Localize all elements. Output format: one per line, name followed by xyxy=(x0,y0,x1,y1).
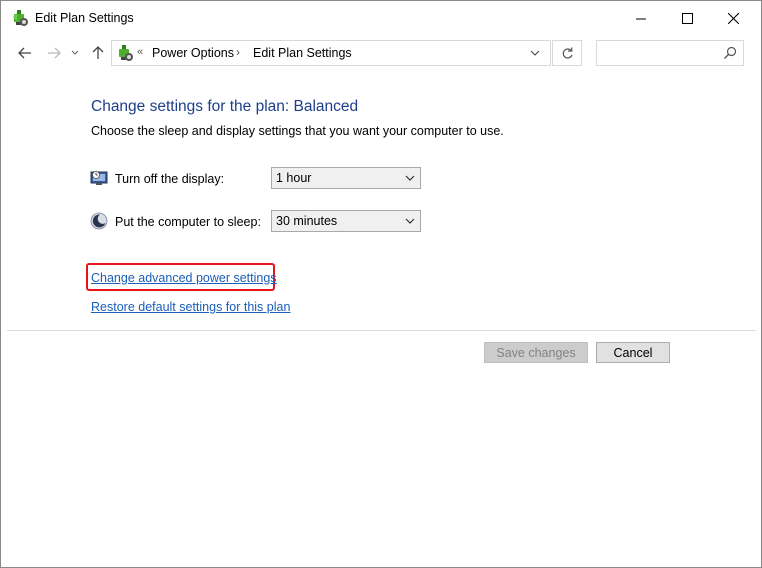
navigation-bar: « Power Options › Edit Plan Settings xyxy=(1,37,761,71)
sleep-timeout-value: 30 minutes xyxy=(276,214,338,228)
back-button[interactable] xyxy=(14,42,36,64)
maximize-icon xyxy=(681,12,693,24)
chevron-down-icon xyxy=(530,50,540,56)
title-bar: Edit Plan Settings xyxy=(1,1,761,35)
sleep-moon-icon xyxy=(90,212,108,230)
refresh-button[interactable] xyxy=(552,40,582,66)
page-title: Change settings for the plan: Balanced xyxy=(91,98,359,115)
display-icon xyxy=(90,171,108,185)
breadcrumb-edit-plan-settings[interactable]: Edit Plan Settings xyxy=(253,46,352,60)
page-subtitle: Choose the sleep and display settings th… xyxy=(91,124,504,138)
minimize-icon xyxy=(635,18,646,19)
divider xyxy=(7,330,756,331)
chevron-down-icon xyxy=(405,218,415,224)
breadcrumb-separator[interactable]: › xyxy=(236,45,240,59)
search-input[interactable] xyxy=(601,44,720,64)
arrow-up-icon xyxy=(92,46,104,59)
sleep-timeout-label: Put the computer to sleep: xyxy=(115,215,261,229)
up-button[interactable] xyxy=(87,42,109,64)
close-icon xyxy=(727,12,739,24)
recent-locations-button[interactable] xyxy=(68,42,82,64)
arrow-left-icon xyxy=(18,47,31,59)
search-box[interactable] xyxy=(596,40,744,66)
save-changes-button[interactable]: Save changes xyxy=(484,342,588,363)
forward-button[interactable] xyxy=(43,42,65,64)
cancel-button[interactable]: Cancel xyxy=(596,342,670,363)
address-dropdown-button[interactable] xyxy=(524,41,546,65)
arrow-right-icon xyxy=(48,47,61,59)
breadcrumb-power-options[interactable]: Power Options xyxy=(152,46,234,60)
refresh-icon xyxy=(562,47,573,59)
chevron-down-icon xyxy=(71,50,79,55)
change-advanced-power-settings-link[interactable]: Change advanced power settings xyxy=(91,271,277,285)
power-options-icon xyxy=(119,45,133,61)
maximize-button[interactable] xyxy=(664,1,710,35)
display-timeout-select[interactable]: 1 hour xyxy=(271,167,421,189)
overflow-chevron[interactable]: « xyxy=(137,46,143,58)
search-icon[interactable] xyxy=(723,46,737,60)
address-bar[interactable]: « Power Options › Edit Plan Settings xyxy=(111,40,551,66)
display-timeout-label: Turn off the display: xyxy=(115,172,225,186)
restore-default-settings-link[interactable]: Restore default settings for this plan xyxy=(91,300,290,314)
close-button[interactable] xyxy=(710,1,756,35)
sleep-timeout-select[interactable]: 30 minutes xyxy=(271,210,421,232)
edit-plan-settings-window: Edit Plan Settings « Power Options › Edi… xyxy=(0,0,762,568)
window-title: Edit Plan Settings xyxy=(35,11,134,25)
minimize-button[interactable] xyxy=(618,1,664,35)
display-timeout-value: 1 hour xyxy=(276,171,312,185)
chevron-down-icon xyxy=(405,175,415,181)
power-options-icon xyxy=(13,10,28,26)
